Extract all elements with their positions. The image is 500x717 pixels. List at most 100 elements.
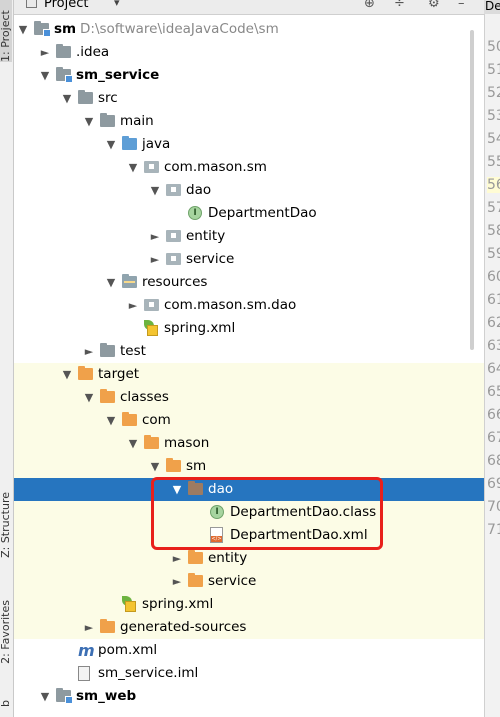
expand-arrow-icon[interactable]: ▼ (40, 685, 50, 708)
tree-row[interactable]: ► test (14, 340, 484, 363)
tree-row[interactable]: ▼ mason (14, 432, 484, 455)
expand-arrow-icon[interactable]: ▼ (128, 156, 138, 179)
expand-arrow-icon[interactable]: ▼ (172, 478, 182, 501)
tree-row[interactable]: ▼ resources (14, 271, 484, 294)
tree-item-label: service (208, 573, 257, 589)
tree-row[interactable]: ▼ sm_service (14, 64, 484, 87)
tree-item-label: dao (208, 481, 234, 497)
excluded-folder-icon (166, 458, 181, 472)
tree-row[interactable]: ▼ sm D:\software\ideaJavaCode\sm (14, 18, 484, 41)
expand-arrow-icon[interactable]: ▼ (84, 110, 94, 133)
tree-row[interactable]: ▼ main (14, 110, 484, 133)
tree-item-label: com.mason.sm.dao (164, 297, 297, 313)
line-number: 64 (487, 361, 500, 377)
tree-item-label: spring.xml (164, 320, 236, 336)
collapsed-arrow-icon[interactable]: ► (84, 340, 94, 363)
collapsed-arrow-icon[interactable]: ► (172, 570, 182, 593)
tree-row[interactable]: I DepartmentDao.class (14, 501, 484, 524)
tree-row[interactable]: ▼ dao (14, 179, 484, 202)
project-tree: ▼ sm D:\software\ideaJavaCode\sm ► .idea ▼ sm_… (14, 14, 484, 717)
tree-row[interactable]: ► com.mason.sm.dao (14, 294, 484, 317)
expand-arrow-icon[interactable]: ▼ (150, 179, 160, 202)
expand-arrow-icon[interactable]: ▼ (106, 133, 116, 156)
line-number: 53 (487, 108, 500, 124)
expand-arrow-icon[interactable]: ▼ (150, 455, 160, 478)
tree-row[interactable]: DepartmentDao.xml (14, 524, 484, 547)
hide-panel-icon[interactable]: – (458, 0, 465, 11)
tree-row[interactable]: ▼ sm_web (14, 685, 484, 708)
tree-row[interactable]: ► entity (14, 225, 484, 248)
locate-file-icon[interactable]: ⊕ (364, 0, 375, 11)
tree-row[interactable]: ► .idea (14, 41, 484, 64)
line-number: 70 (487, 499, 500, 515)
tree-item-label: com.mason.sm (164, 159, 267, 175)
collapse-all-icon[interactable]: ÷ (394, 0, 405, 11)
line-number: 71 (487, 522, 500, 538)
tree-row[interactable]: ▼ target (14, 363, 484, 386)
resources-folder-icon (122, 274, 137, 288)
web-tool-tab[interactable]: b (0, 700, 12, 707)
line-number: 67 (487, 430, 500, 446)
tree-row[interactable]: ► service (14, 248, 484, 271)
module-folder-icon (56, 67, 73, 83)
tree-row[interactable]: m pom.xml (14, 639, 484, 662)
folder-icon (78, 90, 93, 104)
view-dropdown-icon[interactable]: ▾ (114, 0, 120, 9)
line-number: 66 (487, 407, 500, 423)
tree-row[interactable]: ▼ sm (14, 455, 484, 478)
line-number: 68 (487, 453, 500, 469)
tree-row[interactable]: I DepartmentDao (14, 202, 484, 225)
line-number: 56 (487, 177, 500, 193)
tree-row[interactable]: spring.xml (14, 317, 484, 340)
expand-arrow-icon[interactable]: ▼ (18, 18, 28, 41)
folder-icon (100, 113, 115, 127)
collapsed-arrow-icon[interactable]: ► (150, 225, 160, 248)
settings-gear-icon[interactable]: ⚙ (428, 0, 440, 11)
collapsed-arrow-icon[interactable]: ► (84, 616, 94, 639)
expand-arrow-icon[interactable]: ▼ (62, 87, 72, 110)
tree-item-label: sm_service.iml (98, 665, 199, 681)
expand-arrow-icon[interactable]: ▼ (128, 432, 138, 455)
expand-arrow-icon[interactable]: ▼ (62, 363, 72, 386)
expand-arrow-icon[interactable]: ▼ (40, 64, 50, 87)
excluded-folder-icon (188, 573, 203, 587)
line-number: 63 (487, 338, 500, 354)
favorites-tool-tab[interactable]: 2: Favorites (0, 600, 12, 664)
folder-icon (188, 481, 203, 495)
module-folder-icon (56, 688, 73, 704)
tree-row[interactable]: ► generated-sources (14, 616, 484, 639)
project-tool-tab[interactable]: 1: Project (0, 0, 12, 62)
tree-item-label: pom.xml (98, 642, 158, 658)
folder-icon (56, 44, 71, 58)
tree-item-label: classes (120, 389, 169, 405)
tree-row[interactable]: ▼ com (14, 409, 484, 432)
collapsed-arrow-icon[interactable]: ► (172, 547, 182, 570)
line-number: 54 (487, 131, 500, 147)
tree-item-label: spring.xml (142, 596, 214, 612)
collapsed-arrow-icon[interactable]: ► (40, 41, 50, 64)
panel-title[interactable]: Project (44, 0, 88, 11)
expand-arrow-icon[interactable]: ▼ (84, 386, 94, 409)
tree-row[interactable]: spring.xml (14, 593, 484, 616)
expand-arrow-icon[interactable]: ▼ (106, 271, 116, 294)
tree-item-label: entity (208, 550, 248, 566)
tree-item-label: sm (186, 458, 207, 474)
line-number: 52 (487, 85, 500, 101)
tree-row[interactable]: ▼ java (14, 133, 484, 156)
tree-row[interactable]: ► entity (14, 547, 484, 570)
tree-scrollbar[interactable] (470, 30, 474, 350)
tree-row[interactable]: ▼ classes (14, 386, 484, 409)
spring-xml-icon (122, 596, 136, 612)
structure-tool-tab[interactable]: Z: Structure (0, 492, 12, 558)
tree-row[interactable]: sm_service.iml (14, 662, 484, 685)
line-number: 51 (487, 62, 500, 78)
tree-row[interactable]: ► service (14, 570, 484, 593)
expand-arrow-icon[interactable]: ▼ (106, 409, 116, 432)
tree-row[interactable]: ▼ src (14, 87, 484, 110)
collapsed-arrow-icon[interactable]: ► (150, 248, 160, 271)
editor-tab[interactable]: De (484, 0, 500, 14)
collapsed-arrow-icon[interactable]: ► (128, 294, 138, 317)
project-path: D:\software\ideaJavaCode\sm (80, 21, 279, 37)
tree-row[interactable]: ▼ dao (14, 478, 484, 501)
tree-row[interactable]: ▼ com.mason.sm (14, 156, 484, 179)
